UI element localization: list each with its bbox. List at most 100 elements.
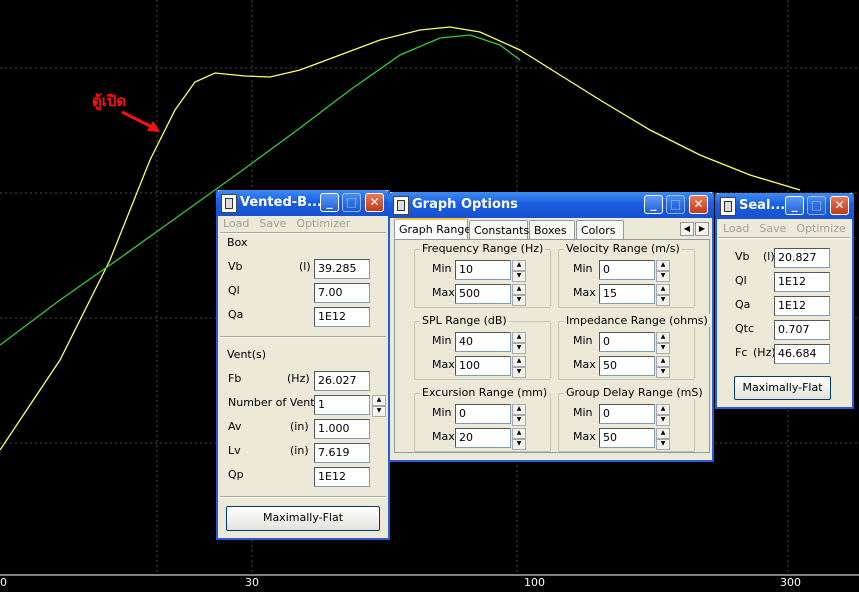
qa-input[interactable]: 1E12 [314,307,370,327]
sealed-vb-input[interactable]: 20.827 [774,248,830,268]
sealed-ql-input[interactable]: 1E12 [774,272,830,292]
menu-optimize[interactable]: Optimize [796,222,845,235]
maximize-button: □ [342,193,361,212]
spl-max-input[interactable]: 100 [455,356,511,376]
frequency-min-spinner[interactable]: ▲ ▼ [512,260,526,282]
min-label: Min [432,406,452,419]
tab-graph-range[interactable]: Graph Range [394,218,471,239]
max-label: Max [432,286,455,299]
qp-input[interactable]: 1E12 [314,467,370,487]
maximally-flat-button[interactable]: Maximally-Flat [226,506,380,531]
velocity-min-spinner[interactable]: ▲ ▼ [656,260,670,282]
tab-constants[interactable]: Constants [469,220,529,239]
vb-unit: (l) [763,250,775,263]
frequency-max-spinner[interactable]: ▲ ▼ [512,284,526,306]
excursion-max-spinner[interactable]: ▲ ▼ [512,428,526,450]
vb-unit: (l) [299,260,311,273]
max-label: Max [432,358,455,371]
av-label: Av [228,420,242,433]
minimize-button[interactable]: _ [785,196,804,215]
sealed-qa-input[interactable]: 1E12 [774,296,830,316]
impedance-min-input[interactable]: 0 [599,332,655,352]
minimize-button[interactable]: _ [644,195,663,214]
sealed-fc-input[interactable]: 46.684 [774,344,830,364]
impedance-range-title: Impedance Range (ohms) [564,314,710,327]
vents-section-label: Vent(s) [227,348,267,361]
velocity-range-group: Velocity Range (m/s) Min 0 ▲ ▼ Max 15 ▲ ▼ [558,242,695,308]
av-unit: (in) [290,420,309,433]
velocity-min-input[interactable]: 0 [599,260,655,280]
menu-load[interactable]: Load [723,222,749,235]
velocity-max-input[interactable]: 15 [599,284,655,304]
excursion-min-spinner[interactable]: ▲ ▼ [512,404,526,426]
spl-min-spinner[interactable]: ▲ ▼ [512,332,526,354]
tab-scroll-left-icon[interactable]: ◀ [680,222,694,236]
max-label: Max [432,430,455,443]
graph-options-titlebar[interactable]: Graph Options _ □ ✕ [388,192,714,218]
vented-box-titlebar[interactable]: Vented-B... _ □ ✕ [216,190,390,216]
tab-boxes[interactable]: Boxes [529,220,575,239]
menu-separator [719,237,850,239]
tab-scroll-right-icon[interactable]: ▶ [695,222,709,236]
menu-separator [220,232,386,234]
number-of-vents-spinner[interactable]: ▲ ▼ [372,395,386,417]
lv-label: Lv [228,444,241,457]
maximize-button: □ [666,195,685,214]
impedance-max-input[interactable]: 50 [599,356,655,376]
vb-label: Vb [228,260,243,273]
minimize-button[interactable]: _ [320,193,339,212]
spl-range-title: SPL Range (dB) [420,314,509,327]
sealed-box-titlebar[interactable]: Seal... _ □ ✕ [715,193,854,219]
delay-max-spinner[interactable]: ▲ ▼ [656,428,670,450]
impedance-min-spinner[interactable]: ▲ ▼ [656,332,670,354]
close-button[interactable]: ✕ [689,195,708,214]
impedance-max-spinner[interactable]: ▲ ▼ [656,356,670,378]
fb-input[interactable]: 26.027 [314,371,370,391]
impedance-range-group: Impedance Range (ohms) Min 0 ▲ ▼ Max 50 ▲… [558,314,710,380]
excursion-min-input[interactable]: 0 [455,404,511,424]
annotation-label: ตู้เปิด [92,92,126,111]
frequency-range-title: Frequency Range (Hz) [420,242,546,255]
qa-label: Qa [735,298,751,311]
menu-save[interactable]: Save [259,217,286,230]
spl-max-spinner[interactable]: ▲ ▼ [512,356,526,378]
menu-save[interactable]: Save [759,222,786,235]
av-input[interactable]: 1.000 [314,419,370,439]
lv-unit: (in) [290,444,309,457]
frequency-min-input[interactable]: 10 [455,260,511,280]
qa-label: Qa [228,308,244,321]
window-app-icon [720,197,736,216]
annotation-arrow [121,110,160,132]
delay-min-input[interactable]: 0 [599,404,655,424]
vb-label: Vb [735,250,750,263]
vb-input[interactable]: 39.285 [314,259,370,279]
lv-input[interactable]: 7.619 [314,443,370,463]
excursion-max-input[interactable]: 20 [455,428,511,448]
number-of-vents-input[interactable]: 1 [314,395,370,415]
vented-menubar: Load Save Optimizer [223,217,360,230]
delay-min-spinner[interactable]: ▲ ▼ [656,404,670,426]
tab-colors[interactable]: Colors [576,220,624,239]
velocity-max-spinner[interactable]: ▲ ▼ [656,284,670,306]
maximally-flat-button[interactable]: Maximally-Flat [734,376,831,400]
window-title: Seal... [739,198,786,213]
x-tick-label: 300 [780,576,801,589]
delay-max-input[interactable]: 50 [599,428,655,448]
close-button[interactable]: ✕ [365,193,384,212]
section-separator [220,496,386,498]
max-label: Max [573,430,596,443]
spl-min-input[interactable]: 40 [455,332,511,352]
vented-box-window: Vented-B... _ □ ✕ Load Save Optimizer Box … [216,190,390,540]
spl-range-group: SPL Range (dB) Min 40 ▲ ▼ Max 100 ▲ ▼ [414,314,551,380]
close-button[interactable]: ✕ [830,196,849,215]
sealed-qtc-input[interactable]: 0.707 [774,320,830,340]
ql-input[interactable]: 7.00 [314,283,370,303]
excursion-range-title: Excursion Range (mm) [420,386,550,399]
menu-load[interactable]: Load [223,217,249,230]
frequency-max-input[interactable]: 500 [455,284,511,304]
menu-optimizer[interactable]: Optimizer [296,217,350,230]
graph-options-tabs: Graph Range Constants Boxes Colors ◀ ▶ [394,218,710,240]
section-separator [220,336,386,338]
x-tick-label: 100 [524,576,545,589]
min-label: Min [432,334,452,347]
